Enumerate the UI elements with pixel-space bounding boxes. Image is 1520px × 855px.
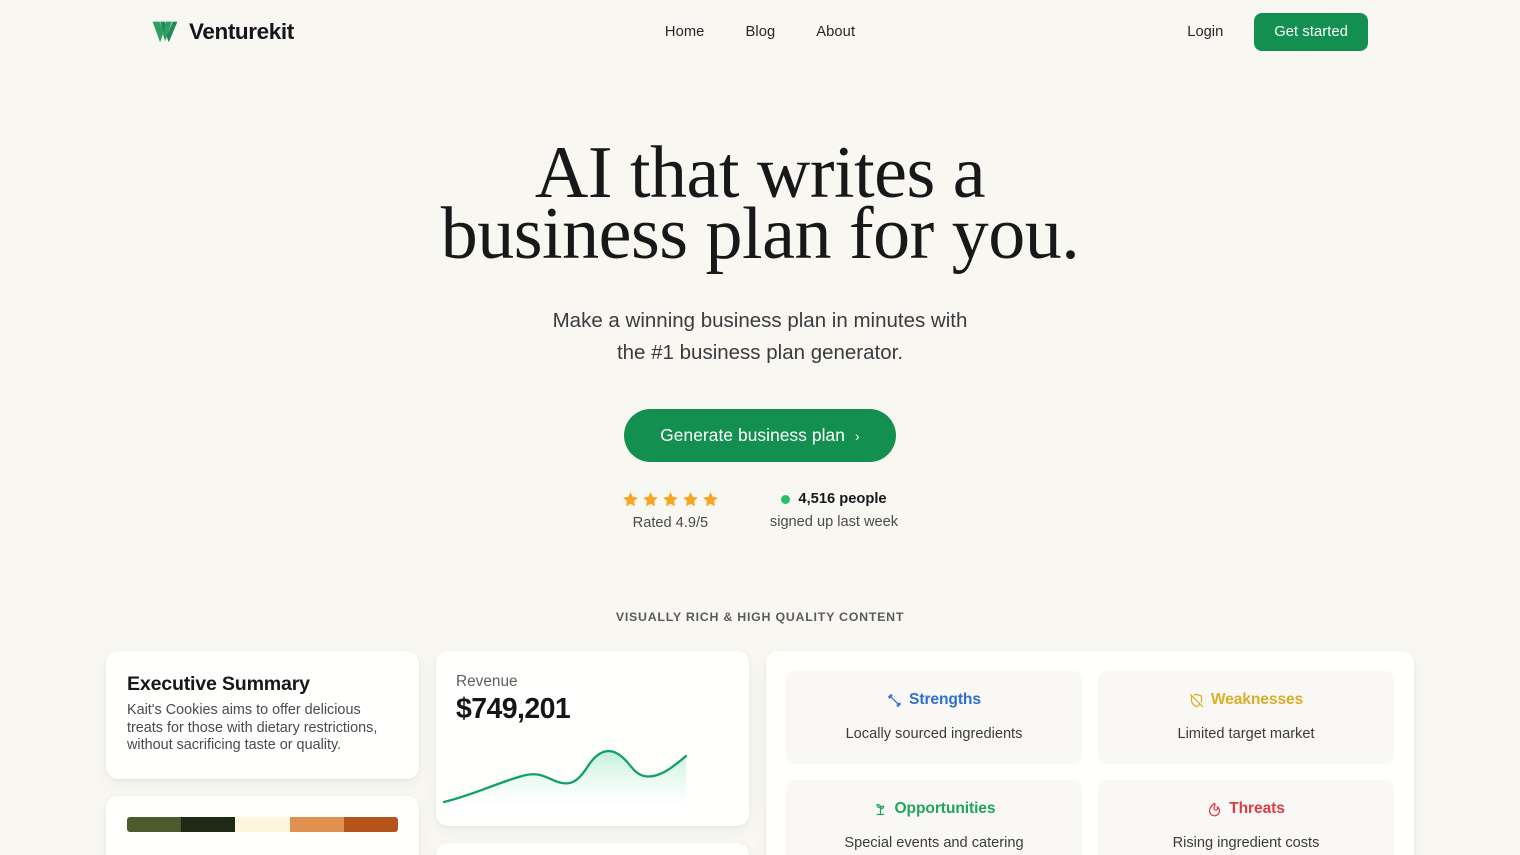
product-card: Vegan Croissants	[436, 843, 749, 855]
primary-nav: Home Blog About	[665, 24, 855, 40]
rating-caption: Rated 4.9/5	[632, 515, 709, 531]
generate-business-plan-button[interactable]: Generate business plan ›	[624, 409, 896, 462]
star-icon	[702, 491, 719, 508]
signups-headline: 4,516 people	[770, 491, 898, 507]
hero-subtitle: Make a winning business plan in minutes …	[0, 305, 1520, 369]
color-swatch	[289, 816, 344, 832]
star-icon	[662, 491, 679, 508]
showcase-column-middle: Revenue $749,201	[436, 651, 749, 855]
swot-weaknesses-heading: Weaknesses	[1112, 691, 1380, 709]
swot-grid: Strengths Locally sourced ingredients We…	[786, 671, 1394, 855]
get-started-button[interactable]: Get started	[1254, 13, 1368, 51]
signups-block: 4,516 people signed up last week	[770, 491, 898, 530]
swot-cell-threats: Threats Rising ingredient costs	[1098, 780, 1394, 855]
swot-threats-label: Threats	[1229, 800, 1285, 817]
login-link[interactable]: Login	[1187, 24, 1223, 40]
revenue-card: Revenue $749,201	[436, 651, 749, 826]
swot-threats-text: Rising ingredient costs	[1172, 835, 1320, 851]
venturekit-chevron-logo-icon	[152, 20, 178, 44]
swot-weaknesses-label: Weaknesses	[1210, 691, 1304, 708]
color-swatch	[235, 816, 290, 832]
header-actions: Login Get started	[1187, 13, 1368, 51]
brand-name: Venturekit	[189, 19, 294, 44]
color-swatch	[343, 816, 398, 832]
social-proof: Rated 4.9/5 4,516 people signed up last …	[0, 491, 1520, 531]
swot-cell-opportunities: Opportunities Special events and caterin…	[786, 780, 1082, 855]
showcase-section-label: VISUALLY RICH & HIGH QUALITY CONTENT	[615, 610, 905, 624]
sprout-icon	[873, 802, 888, 817]
revenue-label: Revenue	[456, 673, 518, 690]
showcase-column-left: Executive Summary Kait's Cookies aims to…	[106, 651, 419, 855]
star-rating	[622, 491, 719, 508]
dumbbell-icon	[887, 693, 902, 708]
star-icon	[682, 491, 699, 508]
swot-cell-weaknesses: Weaknesses Limited target market	[1098, 671, 1394, 764]
signups-caption: signed up last week	[769, 514, 899, 530]
star-icon	[642, 491, 659, 508]
rating-block: Rated 4.9/5	[622, 491, 719, 531]
color-palette	[127, 816, 398, 832]
showcase-column-right: Strengths Locally sourced ingredients We…	[766, 651, 1414, 855]
swot-opportunities-heading: Opportunities	[800, 800, 1068, 818]
swot-opportunities-label: Opportunities	[894, 800, 996, 817]
revenue-area-chart	[436, 732, 749, 812]
executive-summary-title: Executive Summary	[127, 673, 310, 695]
flame-icon	[1207, 802, 1222, 817]
chevron-right-icon: ›	[854, 427, 860, 444]
hero-subtitle-line-1: Make a winning business plan in minutes …	[552, 309, 968, 332]
brand-identity-card: Noto Serif Our body font is a clean circ…	[106, 795, 419, 855]
page-title: AI that writes a business plan for you.	[0, 136, 1520, 271]
hero-section: AI that writes a business plan for you. …	[0, 64, 1520, 531]
star-icon	[622, 491, 639, 508]
executive-summary-body: Kait's Cookies aims to offer delicious t…	[127, 702, 378, 753]
hero-subtitle-line-2: the #1 business plan generator.	[616, 341, 904, 364]
swot-strengths-heading: Strengths	[800, 691, 1068, 709]
swot-cell-strengths: Strengths Locally sourced ingredients	[786, 671, 1082, 764]
color-swatch	[127, 816, 182, 832]
brand-logo[interactable]: Venturekit	[152, 19, 294, 45]
swot-strengths-text: Locally sourced ingredients	[845, 726, 1023, 742]
hero-title-line-2: business plan for you.	[440, 193, 1080, 275]
nav-link-about[interactable]: About	[816, 24, 855, 40]
swot-weaknesses-text: Limited target market	[1177, 726, 1315, 742]
swot-threats-heading: Threats	[1112, 800, 1380, 818]
showcase-grid: Executive Summary Kait's Cookies aims to…	[0, 651, 1520, 855]
swot-opportunities-text: Special events and catering	[844, 835, 1024, 851]
swot-card: Strengths Locally sourced ingredients We…	[766, 651, 1414, 855]
revenue-value: $749,201	[456, 693, 571, 725]
signups-count: 4,516 people	[798, 491, 887, 507]
nav-link-blog[interactable]: Blog	[745, 24, 775, 40]
executive-summary-card: Executive Summary Kait's Cookies aims to…	[106, 651, 419, 779]
swot-strengths-label: Strengths	[909, 691, 981, 708]
site-header: Venturekit Home Blog About Login Get sta…	[0, 0, 1520, 64]
generate-button-label: Generate business plan	[660, 425, 845, 445]
live-status-dot-icon	[781, 494, 791, 504]
hero-cta-wrap: Generate business plan ›	[0, 409, 1520, 462]
color-swatch	[181, 816, 236, 832]
shield-off-icon	[1189, 693, 1204, 708]
nav-link-home[interactable]: Home	[665, 24, 705, 40]
